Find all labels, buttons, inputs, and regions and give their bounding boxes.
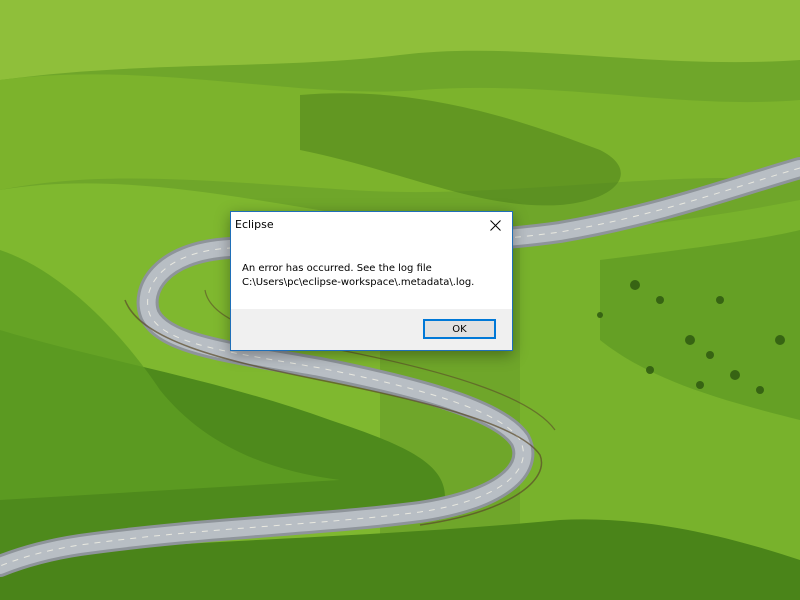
- dialog-titlebar[interactable]: Eclipse: [231, 212, 512, 238]
- dialog-body: An error has occurred. See the log file …: [231, 238, 512, 309]
- dialog-footer: OK: [231, 309, 512, 350]
- error-message: An error has occurred. See the log file …: [242, 262, 474, 290]
- close-icon: [489, 219, 501, 231]
- ok-button[interactable]: OK: [423, 319, 496, 339]
- desktop: Eclipse An error has occurred. See the l…: [0, 0, 800, 600]
- error-dialog: Eclipse An error has occurred. See the l…: [230, 211, 513, 351]
- error-message-line-2: C:\Users\pc\eclipse-workspace\.metadata\…: [242, 277, 475, 288]
- dialog-title: Eclipse: [235, 218, 274, 231]
- error-message-line-1: An error has occurred. See the log file: [242, 263, 432, 274]
- close-button[interactable]: [478, 212, 512, 238]
